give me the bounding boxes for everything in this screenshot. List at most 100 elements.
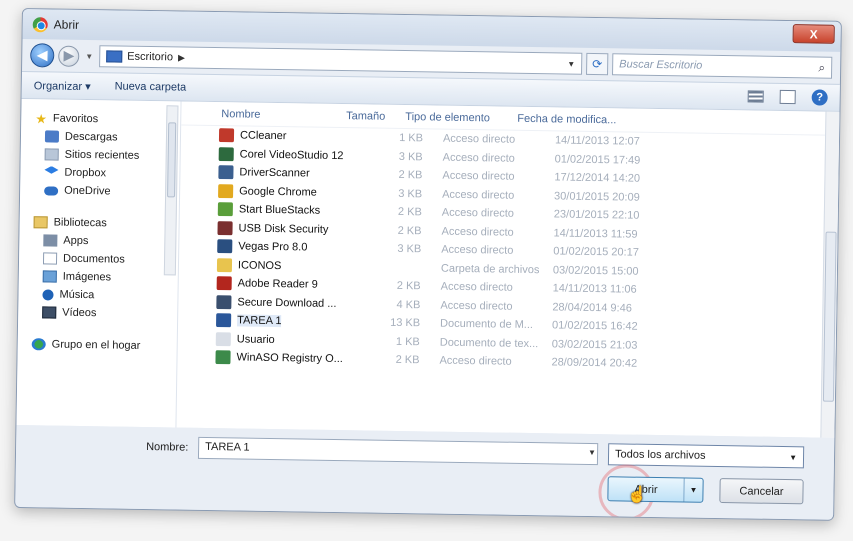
nav-item-onedrive[interactable]: OneDrive	[20, 181, 179, 201]
column-header-type[interactable]: Tipo de elemento	[391, 110, 511, 124]
nav-item-label: OneDrive	[64, 184, 111, 198]
file-name-text: DriverScanner	[239, 166, 310, 180]
help-icon[interactable]: ?	[811, 89, 828, 106]
chrome-icon	[32, 16, 48, 32]
file-size-cell: 13 KB	[390, 317, 421, 330]
file-list: Nombre Tamaño Tipo de elemento Fecha de …	[176, 101, 840, 438]
refresh-button[interactable]: ⟳	[586, 52, 609, 76]
file-size-cell: 4 KB	[396, 298, 421, 312]
file-name-label: Nombre:	[146, 441, 189, 454]
open-split-dropdown-icon[interactable]: ▼	[684, 478, 702, 501]
file-name-cell[interactable]: WinASO Registry O...	[177, 350, 367, 367]
file-icon	[217, 220, 233, 236]
file-name-text: Usuario	[236, 333, 275, 346]
file-icon	[216, 294, 232, 310]
homegroup-icon	[31, 338, 46, 351]
file-name-cell[interactable]: Corel VideoStudio 12	[181, 146, 371, 163]
file-name-cell[interactable]: Adobe Reader 9	[179, 276, 369, 293]
search-placeholder: Buscar Escritorio	[619, 58, 703, 72]
file-name-cell[interactable]: DriverScanner	[180, 165, 370, 182]
breadcrumb-arrow-icon[interactable]: ▶	[178, 52, 185, 63]
file-name-text: Secure Download ...	[237, 296, 337, 310]
file-name-text: Corel VideoStudio 12	[239, 148, 344, 162]
open-button[interactable]: Abrir ▼	[607, 476, 704, 503]
file-name-text: TAREA 1	[237, 314, 282, 328]
file-name-cell[interactable]: Start BlueStacks	[180, 202, 370, 219]
file-date-cell: 30/01/2015 20:09	[554, 190, 640, 204]
file-name-cell[interactable]: Usuario	[178, 331, 368, 348]
column-header-date[interactable]: Fecha de modifica...	[511, 112, 671, 127]
file-type-cell: Acceso directo	[441, 206, 515, 221]
file-name-cell[interactable]: Secure Download ...	[178, 294, 368, 311]
nav-item-label: Descargas	[64, 130, 118, 144]
file-type-cell: Acceso directo	[442, 169, 515, 184]
change-view-icon[interactable]	[747, 90, 764, 103]
file-name-text: CCleaner	[239, 129, 287, 143]
new-folder-button[interactable]: Nueva carpeta	[115, 80, 187, 93]
file-icon	[218, 146, 234, 162]
file-size-cell: 1 KB	[399, 132, 424, 145]
file-name-cell[interactable]: TAREA 1	[178, 313, 368, 330]
nav-group-homegroup[interactable]: Grupo en el hogar	[18, 335, 177, 355]
file-size-cell: 1 KB	[395, 335, 420, 349]
file-date-cell: 14/11/2013 11:59	[553, 227, 638, 241]
nav-item-label: Imágenes	[62, 270, 112, 284]
file-name-cell[interactable]: CCleaner	[181, 128, 371, 145]
file-name-dropdown-icon[interactable]: ▼	[588, 448, 596, 457]
file-name-text: Google Chrome	[239, 185, 317, 199]
file-date-cell: 28/09/2014 20:42	[551, 356, 638, 370]
file-name-text: USB Disk Security	[238, 222, 329, 236]
documents-icon	[42, 252, 58, 265]
file-icon	[217, 239, 233, 254]
file-name-cell[interactable]: Google Chrome	[180, 183, 370, 200]
breadcrumb-escritorio[interactable]: Escritorio	[127, 51, 173, 64]
file-icon	[215, 331, 231, 347]
file-type-filter-value: Todos los archivos	[614, 448, 706, 462]
nav-group-label: Favoritos	[52, 112, 99, 126]
file-size-cell: 3 KB	[397, 243, 422, 256]
nav-item-label: Sitios recientes	[64, 148, 140, 162]
file-type-cell: Acceso directo	[440, 299, 513, 313]
file-type-cell: Acceso directo	[439, 354, 512, 368]
file-icon	[217, 202, 233, 217]
file-type-filter-select[interactable]: Todos los archivos ▼	[607, 443, 805, 469]
file-date-cell: 03/02/2015 15:00	[552, 264, 639, 278]
file-name-cell[interactable]: USB Disk Security	[179, 220, 369, 237]
scrollbar-thumb[interactable]	[167, 122, 177, 198]
column-header-size[interactable]: Tamaño	[331, 109, 391, 123]
address-box[interactable]: Escritorio ▶ ▼	[99, 45, 583, 75]
file-name-text: Adobe Reader 9	[237, 277, 318, 291]
nav-item-videos[interactable]: Vídeos	[18, 303, 177, 323]
open-file-dialog: Abrir X ◀ ▶ ▼ Escritorio ▶ ▼ ⟳ Buscar Es…	[14, 8, 842, 521]
organize-button[interactable]: Organizar ▾	[34, 79, 91, 93]
preview-pane-icon[interactable]	[779, 89, 796, 105]
scrollbar-thumb[interactable]	[822, 231, 837, 402]
search-icon[interactable]: ⌕	[818, 60, 825, 75]
nav-group-label: Grupo en el hogar	[51, 338, 141, 352]
forward-button[interactable]: ▶	[58, 45, 80, 67]
address-dropdown-icon[interactable]: ▼	[567, 59, 575, 68]
file-name-cell[interactable]: ICONOS	[179, 257, 369, 274]
back-button[interactable]: ◀	[30, 43, 55, 68]
close-button[interactable]: X	[792, 24, 835, 44]
nav-item-label: Documentos	[62, 252, 125, 266]
file-type-cell: Acceso directo	[442, 132, 516, 147]
apps-icon	[43, 234, 58, 247]
file-type-cell: Acceso directo	[442, 151, 515, 165]
navigation-pane: ★ Favoritos Descargas Sitios recientes D…	[16, 99, 182, 428]
nav-item-label: Vídeos	[62, 306, 97, 320]
onedrive-icon	[44, 185, 59, 196]
file-date-cell: 01/02/2015 16:42	[551, 319, 638, 333]
file-date-cell: 01/02/2015 20:17	[553, 245, 639, 259]
file-date-cell: 28/04/2014 9:46	[552, 301, 632, 315]
file-name-input[interactable]: TAREA 1	[197, 436, 599, 466]
file-icon	[215, 350, 231, 365]
cancel-button[interactable]: Cancelar	[719, 478, 804, 505]
file-date-cell: 03/02/2015 21:03	[551, 338, 638, 352]
column-header-name[interactable]: Nombre	[181, 107, 331, 121]
file-type-cell: Documento de tex...	[439, 336, 539, 350]
recent-places-icon	[44, 148, 59, 161]
file-name-cell[interactable]: Vegas Pro 8.0	[179, 239, 369, 256]
recent-locations-dropdown-icon[interactable]: ▼	[85, 52, 93, 61]
search-input[interactable]: Buscar Escritorio ⌕	[612, 53, 833, 79]
